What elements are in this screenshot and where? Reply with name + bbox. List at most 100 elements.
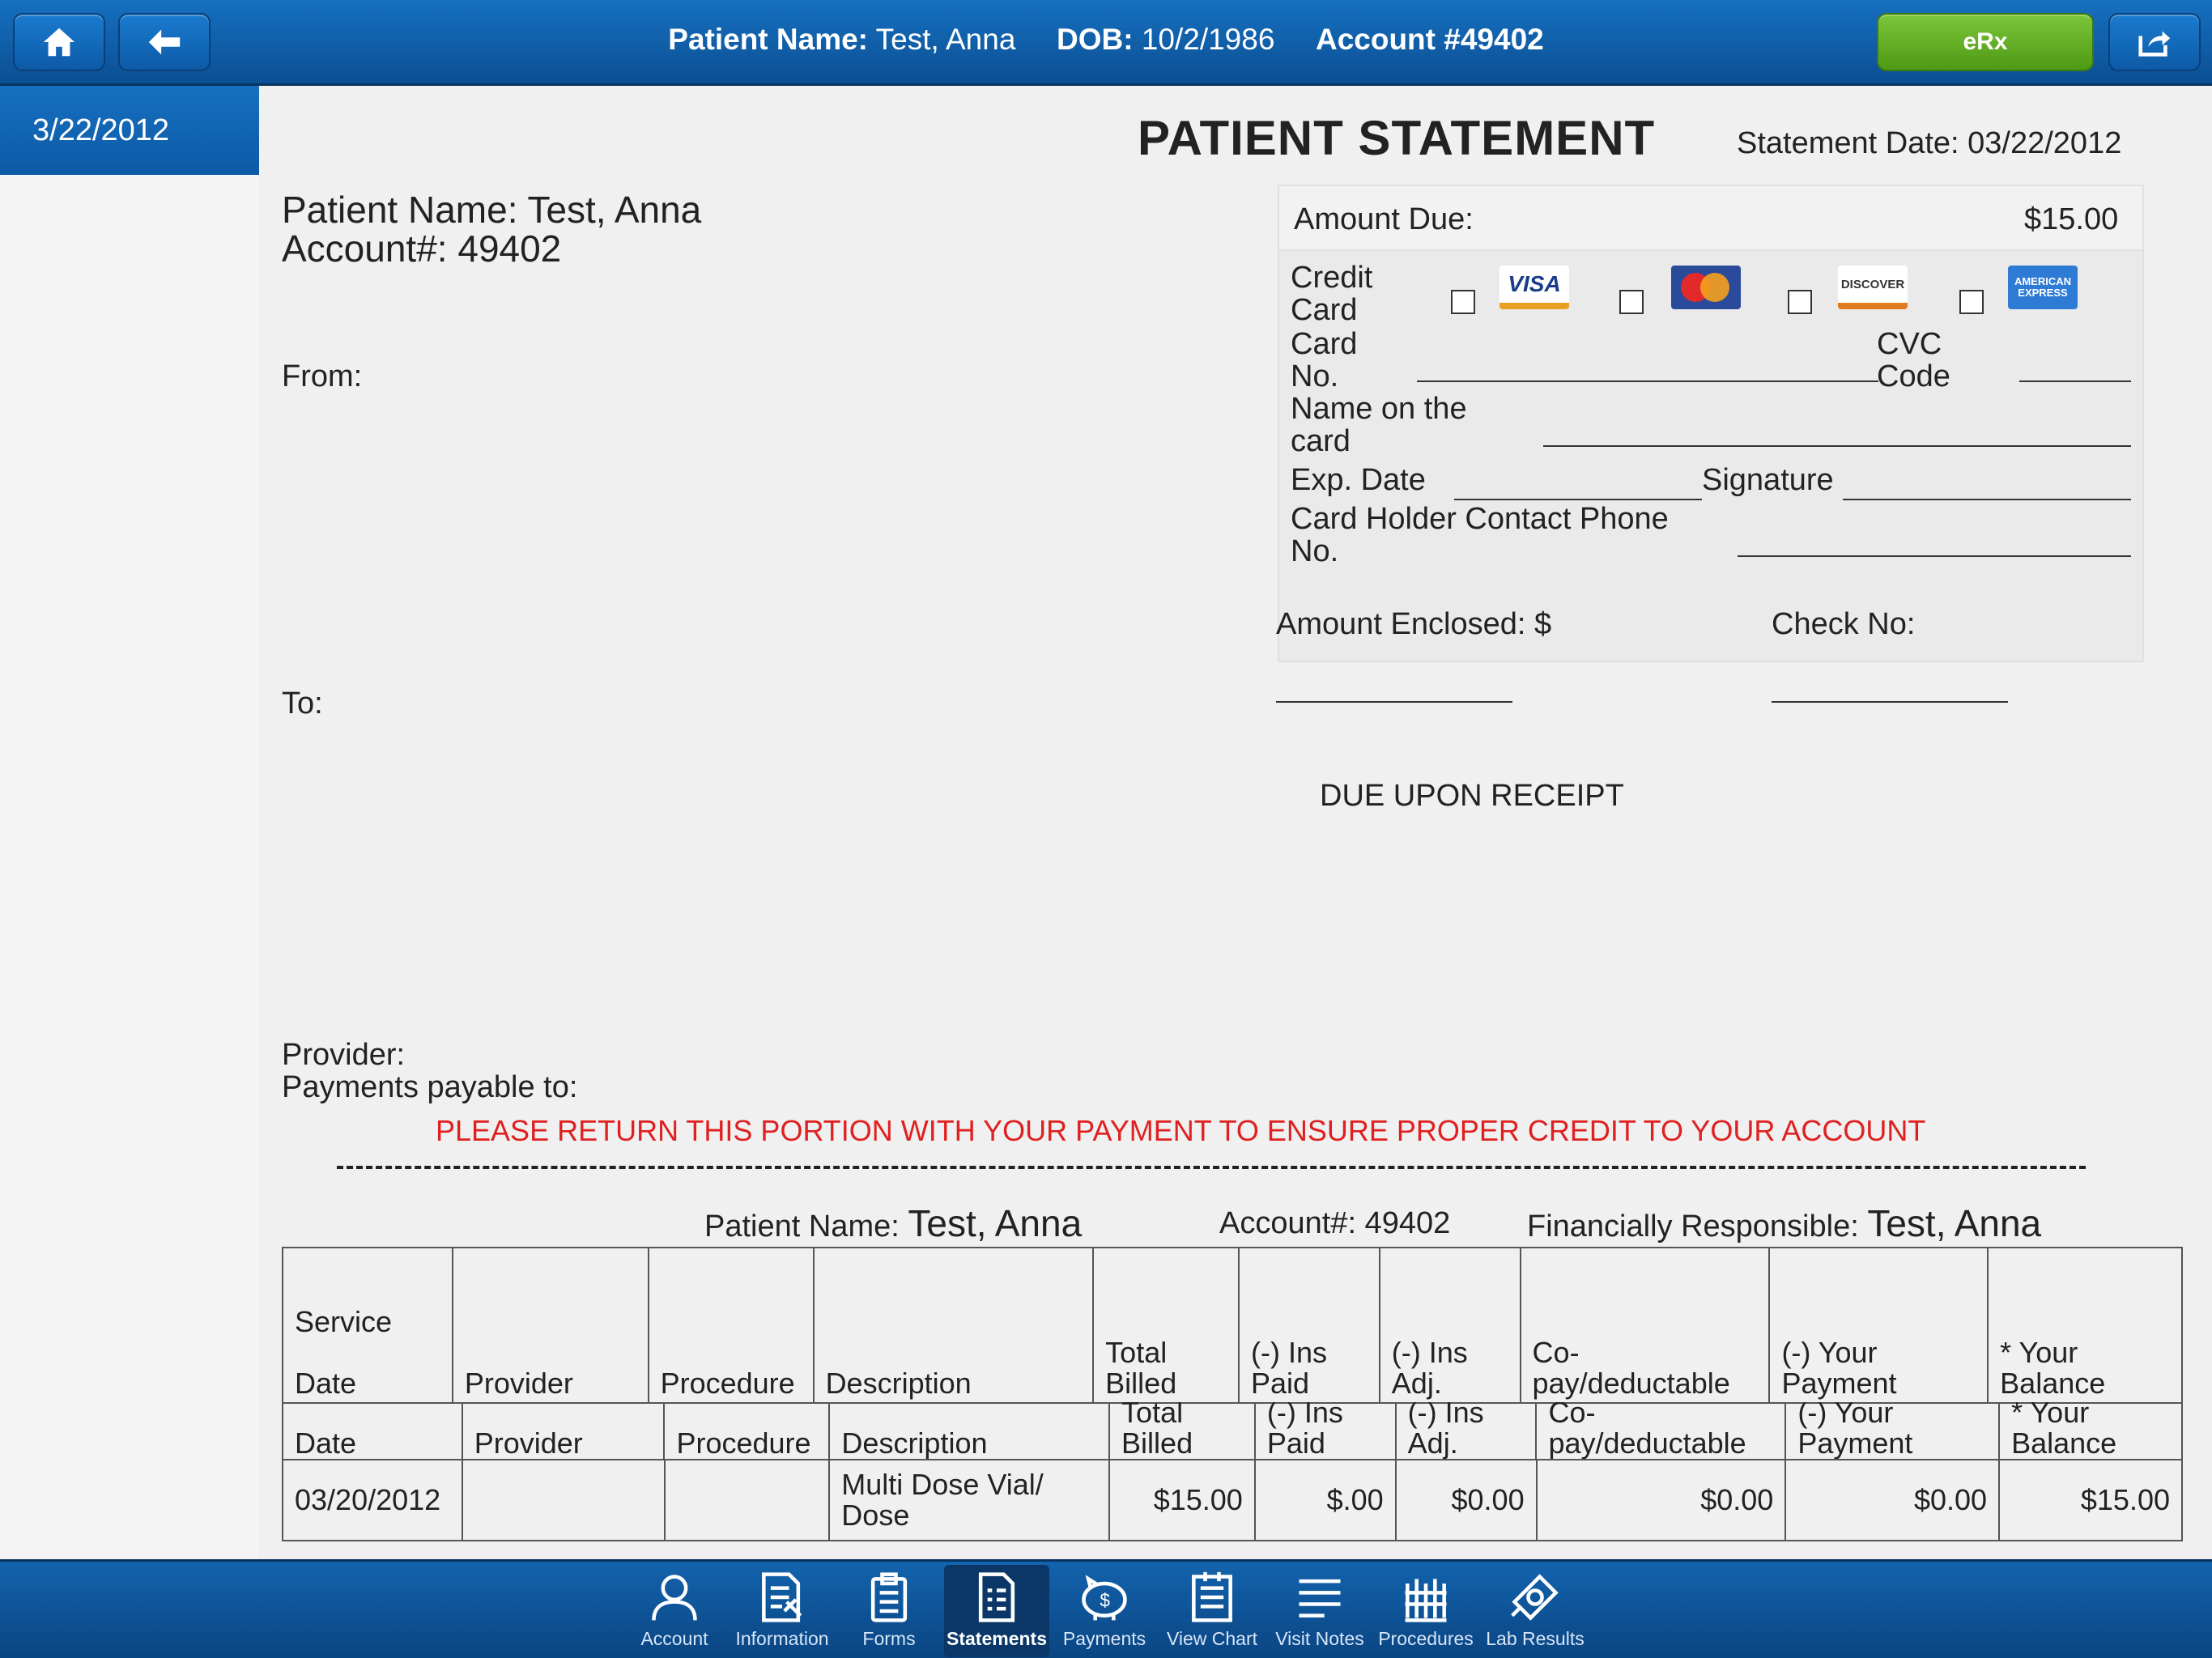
check-no-label: Check No: — [1772, 607, 1916, 641]
credit-card-payment-box: Amount Due: $15.00 Credit Card VISA DISC… — [1278, 185, 2144, 662]
discover-logo: DISCOVER — [1838, 266, 1908, 309]
sidebar-item-statement-date[interactable]: 3/22/2012 — [0, 86, 259, 175]
charges-table-body: 03/20/2012 Multi Dose Vial/Dose $15.00 $… — [282, 1459, 2183, 1541]
column-header-procedure: Procedure — [647, 1247, 815, 1404]
cell-total-billed: $15.00 — [1108, 1459, 1256, 1541]
nav-forms[interactable]: Forms — [849, 1565, 929, 1657]
column-header-your-payment: (-) Your Payment — [1768, 1247, 1989, 1404]
cell-procedure — [663, 1459, 831, 1541]
exp-date-label: Exp. Date — [1291, 463, 1426, 497]
card-number-field[interactable] — [1417, 380, 1878, 382]
table-row[interactable]: 03/20/2012 Multi Dose Vial/Dose $15.00 $… — [282, 1459, 2183, 1541]
credit-card-label-1: Credit — [1291, 261, 1373, 295]
ledger-responsible: Financially Responsible: Test, Anna — [1527, 1201, 2041, 1245]
repeat-header-date: Date — [282, 1402, 463, 1459]
nav-statements[interactable]: Statements — [944, 1565, 1049, 1657]
discover-checkbox[interactable] — [1788, 290, 1812, 314]
column-header-service-date: Service Date — [282, 1247, 453, 1404]
patient-name-line: Patient Name: Test, Anna — [282, 188, 701, 232]
return-portion-notice: PLEASE RETURN THIS PORTION WITH YOUR PAY… — [436, 1114, 1926, 1147]
amount-enclosed-label: Amount Enclosed: $ — [1276, 607, 1552, 641]
ledger-patient-name-label: Patient Name: — [704, 1209, 900, 1244]
due-upon-receipt: DUE UPON RECEIPT — [1320, 779, 1624, 813]
statement-document: PATIENT STATEMENT Statement Date: 03/22/… — [259, 86, 2212, 1559]
share-icon — [2138, 31, 2171, 57]
charges-table-header: Service Date Provider Procedure Descripti… — [282, 1247, 2183, 1404]
person-icon — [652, 1575, 697, 1621]
signature-label: Signature — [1702, 463, 1834, 497]
amount-enclosed-field[interactable] — [1276, 701, 1512, 703]
dob-value: 10/2/1986 — [1141, 23, 1275, 56]
check-no-field[interactable] — [1772, 701, 2008, 703]
procedures-icon — [1405, 1579, 1447, 1622]
amex-logo-text: AMERICAN EXPRESS — [2014, 275, 2072, 299]
cell-copay: $0.00 — [1535, 1459, 1787, 1541]
amount-due-value: $15.00 — [2024, 202, 2119, 236]
column-header-description: Description — [812, 1247, 1095, 1404]
amex-logo: AMERICAN EXPRESS — [2008, 266, 2078, 309]
statement-date: Statement Date: 03/22/2012 — [1737, 126, 2122, 160]
cell-provider — [461, 1459, 666, 1541]
bottom-navigation: Account Information Forms Statements $ P… — [0, 1559, 2212, 1658]
visa-checkbox[interactable] — [1451, 290, 1475, 314]
repeat-header-total-billed: Total Billed — [1108, 1402, 1256, 1459]
patient-name-value: Test, Anna — [527, 189, 702, 231]
column-header-ins-paid: (-) Ins Paid — [1237, 1247, 1380, 1404]
cell-description: Multi Dose Vial/Dose — [828, 1459, 1110, 1541]
information-icon — [762, 1572, 802, 1622]
account-label: Account #49402 — [1315, 23, 1544, 56]
nav-information[interactable]: Information — [725, 1565, 839, 1657]
cell-your-balance: $15.00 — [1998, 1459, 2183, 1541]
svg-text:$: $ — [1100, 1589, 1110, 1610]
column-header-your-balance: * Your Balance — [1987, 1247, 2183, 1404]
nav-lab-results[interactable]: Lab Results — [1478, 1565, 1592, 1657]
cvc-label-2: Code — [1877, 359, 1950, 393]
provider-label: Provider: — [282, 1038, 406, 1072]
credit-card-label-2: Card — [1291, 293, 1358, 327]
repeat-header-copay: Co-pay/deductable — [1535, 1402, 1787, 1459]
mastercard-checkbox[interactable] — [1619, 290, 1644, 314]
column-header-copay: Co-pay/deductable — [1519, 1247, 1771, 1404]
share-button[interactable] — [2108, 13, 2201, 71]
nav-payments[interactable]: $ Payments — [1056, 1565, 1153, 1657]
mastercard-logo — [1671, 266, 1741, 309]
visa-logo: VISA — [1499, 266, 1569, 309]
amount-due-row: Amount Due: $15.00 — [1279, 186, 2142, 251]
nav-account[interactable]: Account — [628, 1565, 721, 1657]
repeat-header-your-payment: (-) Your Payment — [1784, 1402, 2001, 1459]
nav-procedures[interactable]: Procedures — [1373, 1565, 1478, 1657]
exp-date-field[interactable] — [1454, 499, 1702, 500]
nav-view-chart[interactable]: View Chart — [1159, 1565, 1265, 1657]
card-no-label-2: No. — [1291, 359, 1339, 393]
ledger-account: Account#: 49402 — [1219, 1206, 1451, 1240]
nav-visit-notes[interactable]: Visit Notes — [1268, 1565, 1372, 1657]
repeat-header-description: Description — [828, 1402, 1111, 1459]
ledger-responsible-label: Financially Responsible: — [1527, 1209, 1859, 1244]
cvc-field[interactable] — [2019, 380, 2131, 382]
dob-label: DOB: — [1056, 23, 1134, 56]
ledger-patient-name-value: Test, Anna — [908, 1202, 1083, 1244]
repeat-header-your-balance: * Your Balance — [1998, 1402, 2183, 1459]
patient-name-value: Test, Anna — [875, 23, 1016, 56]
clipboard-icon — [870, 1572, 908, 1622]
column-header-ins-adj: (-) Ins Adj. — [1378, 1247, 1521, 1404]
column-header-total-billed: Total Billed — [1092, 1247, 1240, 1404]
erx-button[interactable]: eRx — [1877, 13, 2094, 71]
repeat-header-ins-paid: (-) Ins Paid — [1253, 1402, 1397, 1459]
name-on-card-field[interactable] — [1543, 445, 2131, 447]
to-label: To: — [282, 687, 323, 721]
patient-name-label: Patient Name: — [668, 23, 868, 56]
visa-logo-text: VISA — [1508, 271, 1561, 296]
repeat-header-ins-adj: (-) Ins Adj. — [1394, 1402, 1538, 1459]
signature-field[interactable] — [1843, 499, 2131, 500]
ledger-responsible-value: Test, Anna — [1867, 1202, 2042, 1244]
payable-to-label: Payments payable to: — [282, 1070, 578, 1104]
amount-due-label: Amount Due: — [1294, 202, 1474, 236]
phone-field[interactable] — [1738, 555, 2131, 557]
name-on-card-label-1: Name on the — [1291, 392, 1467, 426]
cvc-label-1: CVC — [1877, 327, 1942, 361]
statement-icon — [978, 1572, 1015, 1622]
charges-table-repeated-header: Date Provider Procedure Description Tota… — [282, 1402, 2183, 1459]
amex-checkbox[interactable] — [1959, 290, 1984, 314]
chart-icon — [1192, 1571, 1232, 1622]
